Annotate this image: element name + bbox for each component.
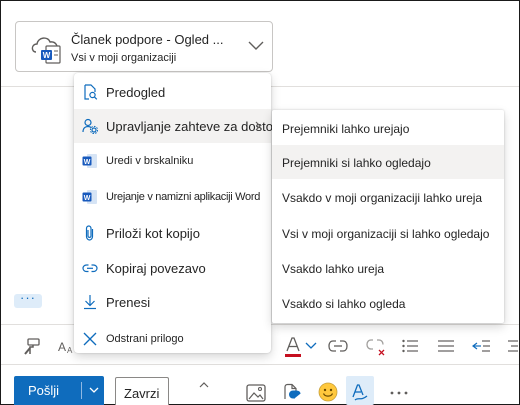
- link-icon: [82, 264, 98, 273]
- decrease-indent-icon[interactable]: [472, 339, 490, 353]
- show-more-button[interactable]: ···: [14, 290, 42, 308]
- insert-picture-icon[interactable]: [246, 384, 266, 402]
- chevron-right-icon: [255, 121, 261, 131]
- paperclip-icon: [85, 225, 94, 241]
- menu-item-label: Predogled: [106, 85, 166, 100]
- chevron-down-icon[interactable]: [89, 386, 99, 394]
- svg-text:A: A: [67, 346, 73, 355]
- divider: [81, 382, 82, 399]
- svg-text:A: A: [58, 340, 66, 354]
- submenu-item-label: Vsakdo v moji organizaciji lahko ureja: [282, 191, 483, 205]
- cloud-word-file-icon: W: [31, 37, 61, 64]
- discard-label: Zavrzi: [124, 386, 160, 401]
- increase-indent-icon[interactable]: [506, 339, 518, 353]
- submenu-item-label: Vsi v moji organizaciji si lahko ogledaj…: [282, 227, 490, 241]
- menu-item-edit-in-desktop-app[interactable]: W Urejanje v namizni aplikaciji Word: [74, 180, 271, 214]
- remove-link-icon[interactable]: [366, 338, 386, 356]
- manage-access-icon: [82, 118, 98, 134]
- attachment-permission: Vsi v moji organizaciji: [71, 52, 177, 64]
- submenu-item-org-can-view[interactable]: Vsi v moji organizaciji si lahko ogledaj…: [272, 216, 504, 250]
- attachment-card[interactable]: W Članek podpore - Ogled ... Vsi v moji …: [15, 21, 273, 72]
- editor-button-highlight[interactable]: [346, 376, 374, 405]
- submenu-item-label: Vsakdo lahko ureja: [282, 262, 385, 276]
- svg-text:W: W: [84, 159, 91, 166]
- svg-text:W: W: [43, 51, 51, 60]
- menu-item-copy-link[interactable]: Kopiraj povezavo: [74, 251, 271, 285]
- svg-text:W: W: [84, 195, 91, 202]
- submenu-item-anyone-can-view[interactable]: Vsakdo si lahko ogleda: [272, 286, 504, 320]
- font-size-icon[interactable]: A A: [58, 337, 74, 357]
- menu-item-preview[interactable]: Predogled: [74, 75, 271, 109]
- submenu-item-recipients-can-view[interactable]: Prejemniki si lahko ogledajo: [272, 145, 504, 179]
- download-icon: [84, 295, 96, 310]
- bulleted-list-icon[interactable]: [402, 339, 418, 353]
- word-icon: W: [82, 190, 97, 204]
- chevron-down-icon[interactable]: [247, 36, 265, 54]
- menu-item-manage-access[interactable]: Upravljanje zahteve za dostop: [74, 109, 280, 143]
- submenu-item-recipients-can-edit[interactable]: Prejemniki lahko urejajo: [272, 111, 504, 145]
- access-submenu: Prejemniki lahko urejajo Prejemniki si l…: [272, 110, 504, 323]
- menu-item-download[interactable]: Prenesi: [74, 285, 271, 319]
- send-button[interactable]: Pošlji: [14, 376, 104, 405]
- submenu-item-label: Prejemniki lahko urejajo: [282, 122, 410, 136]
- word-icon: W: [82, 154, 97, 168]
- attach-file-icon[interactable]: [282, 383, 302, 403]
- more-icon: ···: [20, 290, 36, 305]
- format-painter-icon[interactable]: [22, 337, 42, 357]
- menu-item-remove-attachment[interactable]: Odstrani prilogo: [74, 322, 271, 356]
- chevron-up-icon[interactable]: [198, 380, 210, 390]
- menu-item-label: Uredi v brskalniku: [106, 155, 194, 167]
- editor-icon: [352, 384, 368, 401]
- numbered-list-icon[interactable]: [438, 339, 454, 353]
- discard-button[interactable]: Zavrzi: [115, 377, 169, 405]
- menu-item-label: Kopiraj povezavo: [106, 261, 206, 276]
- attachment-title: Članek podpore - Ogled ...: [71, 32, 224, 47]
- submenu-item-org-can-edit[interactable]: Vsakdo v moji organizaciji lahko ureja: [272, 180, 504, 214]
- font-color-icon[interactable]: [284, 336, 302, 358]
- menu-item-attach-as-copy[interactable]: Priloži kot kopijo: [74, 216, 271, 250]
- menu-item-label: Priloži kot kopijo: [106, 226, 200, 241]
- menu-item-label: Odstrani prilogo: [106, 333, 184, 345]
- divider: [1, 364, 519, 365]
- insert-link-icon[interactable]: [328, 339, 348, 353]
- menu-item-edit-in-browser[interactable]: W Uredi v brskalniku: [74, 144, 271, 178]
- close-icon: [83, 332, 97, 346]
- preview-icon: [84, 84, 98, 100]
- menu-item-label: Urejanje v namizni aplikaciji Word: [106, 191, 261, 203]
- more-options-icon[interactable]: [390, 390, 408, 396]
- submenu-item-label: Prejemniki si lahko ogledajo: [282, 156, 431, 170]
- submenu-item-label: Vsakdo si lahko ogleda: [282, 297, 406, 311]
- chevron-down-icon[interactable]: [305, 342, 317, 350]
- send-label: Pošlji: [28, 383, 60, 398]
- emoji-icon[interactable]: [318, 382, 338, 402]
- attachment-menu: Predogled Upravljanje zahteve za dostop …: [74, 73, 280, 356]
- menu-item-label: Prenesi: [106, 295, 151, 310]
- submenu-item-anyone-can-edit[interactable]: Vsakdo lahko ureja: [272, 251, 504, 285]
